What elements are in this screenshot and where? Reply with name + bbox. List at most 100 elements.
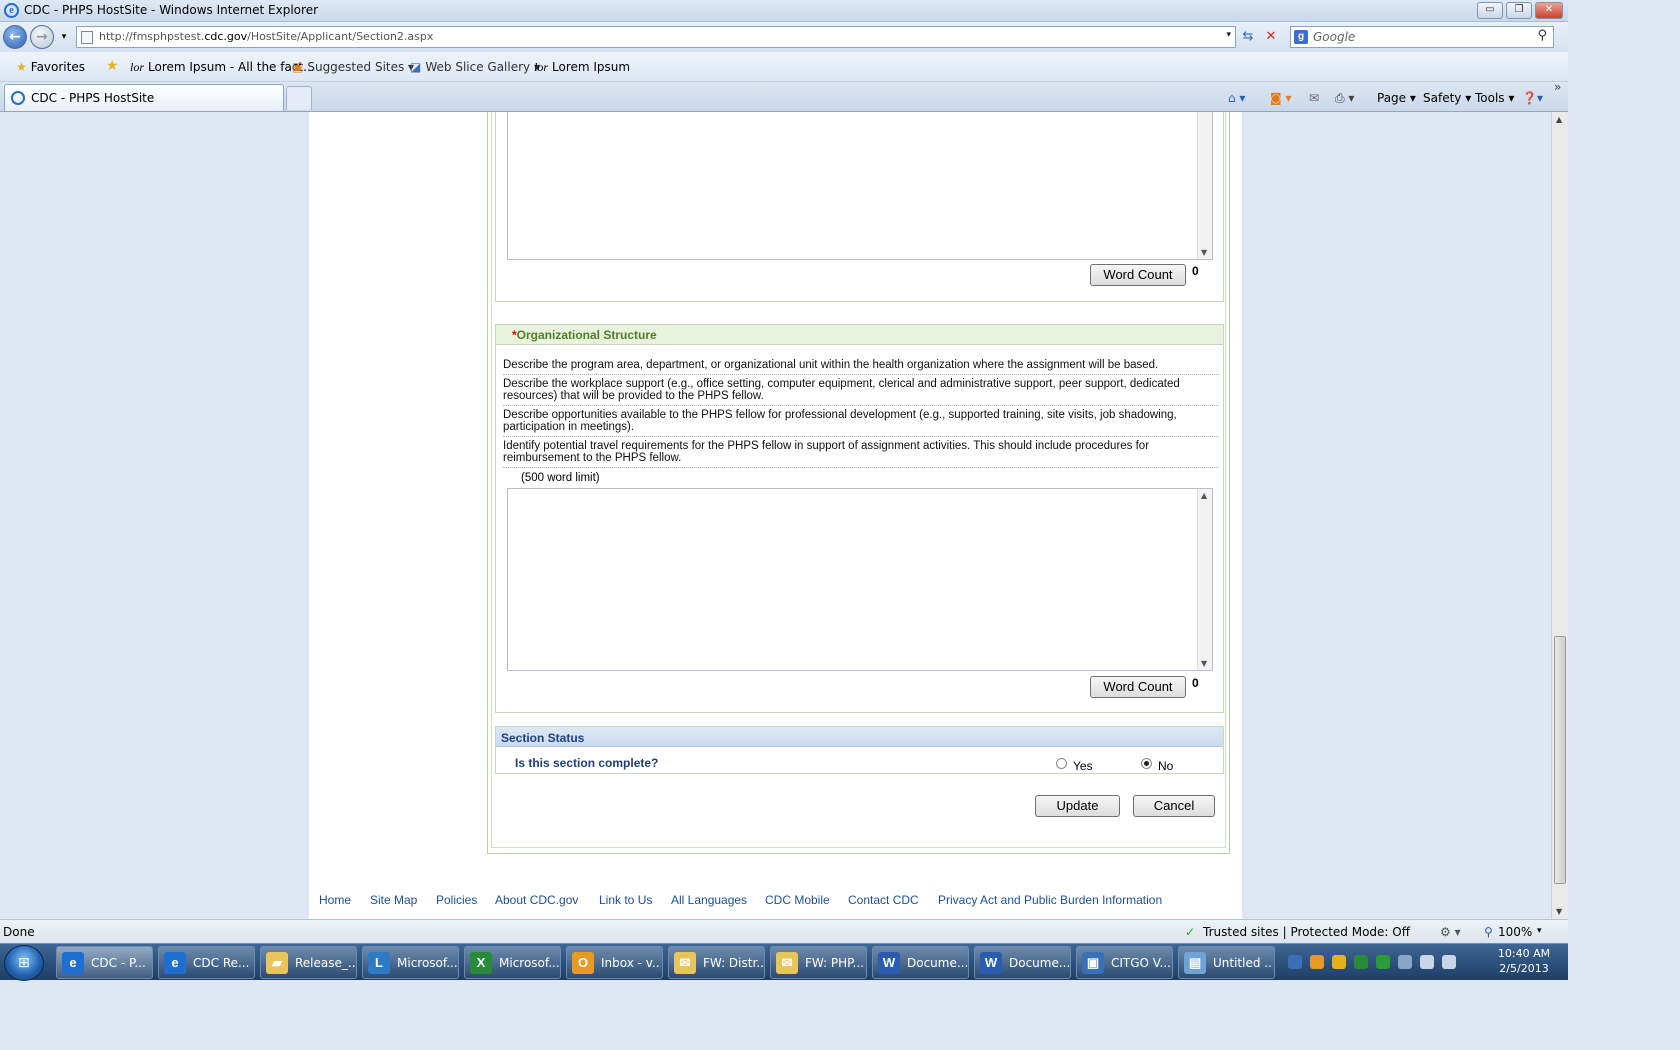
page-viewport: ▼ Word Count 0 *Organizational Structure… xyxy=(0,112,1551,919)
address-dropdown-icon[interactable]: ▾ xyxy=(1226,30,1231,40)
mail-icon: ✉ xyxy=(776,952,798,974)
help-icon[interactable]: ❓▾ xyxy=(1522,91,1543,105)
volume-icon[interactable] xyxy=(1442,955,1456,969)
search-input[interactable]: g Google ⚲ xyxy=(1290,26,1554,48)
minimize-button[interactable]: ▭ xyxy=(1477,2,1503,19)
radio-no-label[interactable]: No xyxy=(1158,759,1173,773)
favorite-item-lorem-ipsum-facts[interactable]: lor Lorem Ipsum - All the fact... xyxy=(130,60,315,75)
footer-link-cdc-mobile[interactable]: CDC Mobile xyxy=(765,893,830,907)
previous-section-textarea[interactable]: ▼ xyxy=(507,112,1213,260)
zoom-dropdown-icon[interactable]: ▾ xyxy=(1537,926,1542,936)
web-slice-gallery-button[interactable]: ◪ Web Slice Gallery ▾ xyxy=(410,60,540,74)
cancel-button[interactable]: Cancel xyxy=(1133,795,1215,817)
tab-label: CDC - PHPS HostSite xyxy=(31,91,155,105)
scrollbar-thumb[interactable] xyxy=(1554,636,1566,884)
tools-menu[interactable]: Tools ▾ xyxy=(1475,91,1514,105)
close-window-button[interactable]: ✕ xyxy=(1535,2,1563,19)
taskbar-item[interactable]: e CDC Re... xyxy=(158,946,255,979)
clock[interactable]: 10:40 AM 2/5/2013 xyxy=(1494,946,1554,976)
radio-yes-label[interactable]: Yes xyxy=(1073,759,1093,773)
tray-icon[interactable] xyxy=(1288,955,1302,969)
footer-link-policies[interactable]: Policies xyxy=(436,893,477,907)
read-mail-icon[interactable]: ✉ xyxy=(1309,91,1319,105)
scroll-down-icon[interactable]: ▼ xyxy=(1201,659,1207,668)
chevron-more-icon[interactable]: » xyxy=(1554,80,1561,94)
feeds-icon[interactable]: ◙ ▾ xyxy=(1270,91,1291,105)
update-button[interactable]: Update xyxy=(1035,795,1120,817)
radio-yes[interactable] xyxy=(1056,758,1067,769)
taskbar-item[interactable]: e CDC - P... xyxy=(56,946,153,979)
footer-link-home[interactable]: Home xyxy=(319,893,351,907)
taskbar-item[interactable]: ▣ CITGO V... xyxy=(1076,946,1173,979)
tray-icon[interactable] xyxy=(1354,955,1368,969)
home-icon[interactable]: ⌂ ▾ xyxy=(1228,91,1245,105)
textarea-scrollbar[interactable]: ▲ ▼ xyxy=(1197,489,1212,670)
recent-pages-dropdown-icon[interactable]: ▾ xyxy=(54,28,74,46)
address-input[interactable]: http://fmsphpstest.cdc.gov/HostSite/Appl… xyxy=(76,26,1236,48)
security-zone[interactable]: Trusted sites | Protected Mode: Off xyxy=(1203,925,1410,939)
suggested-sites-button[interactable]: ▣ Suggested Sites ▾ xyxy=(292,60,414,74)
radio-no[interactable] xyxy=(1141,758,1152,769)
description-item: Describe opportunities available to the … xyxy=(503,409,1219,437)
scroll-up-icon[interactable]: ▲ xyxy=(1201,491,1207,500)
word-count-button[interactable]: Word Count xyxy=(1090,264,1186,286)
taskbar-item[interactable]: ▤ Untitled ... xyxy=(1178,946,1275,979)
new-tab-button[interactable] xyxy=(286,86,312,110)
section-title: *Organizational Structure xyxy=(512,328,657,342)
zoom-level[interactable]: 100% xyxy=(1498,925,1532,939)
footer-link-contact-cdc[interactable]: Contact CDC xyxy=(848,893,919,907)
tray-icon[interactable] xyxy=(1332,955,1346,969)
section-header: *Organizational Structure xyxy=(496,325,1223,345)
refresh-icon[interactable]: ⇆ xyxy=(1238,28,1258,46)
search-icon[interactable]: ⚲ xyxy=(1537,28,1547,43)
mail-icon: ✉ xyxy=(674,952,696,974)
word-icon: W xyxy=(878,952,900,974)
tray-icon[interactable] xyxy=(1398,955,1412,969)
footer-link-about-cdc[interactable]: About CDC.gov xyxy=(495,893,578,907)
protected-mode-icon[interactable]: ⚙ ▾ xyxy=(1440,925,1461,939)
taskbar-item[interactable]: ▰ Release_... xyxy=(260,946,357,979)
tray-icon[interactable] xyxy=(1376,955,1390,969)
notepad-icon: ▤ xyxy=(1184,952,1206,974)
section-status-header: Section Status xyxy=(496,727,1223,747)
footer-link-site-map[interactable]: Site Map xyxy=(370,893,417,907)
scroll-down-icon[interactable]: ▼ xyxy=(1201,248,1207,257)
favorite-item-lorem-ipsum[interactable]: lor Lorem Ipsum xyxy=(534,60,630,75)
add-favorite-icon[interactable]: ★ xyxy=(106,58,119,74)
section-status-title: Section Status xyxy=(501,731,585,745)
taskbar-item[interactable]: X Microsof... xyxy=(464,946,561,979)
lync-icon: L xyxy=(368,952,390,974)
scroll-down-icon[interactable]: ▼ xyxy=(1556,907,1562,916)
start-button[interactable]: ⊞ xyxy=(4,945,44,981)
footer-link-link-to-us[interactable]: Link to Us xyxy=(599,893,652,907)
back-button[interactable]: ← xyxy=(3,25,27,49)
taskbar-item[interactable]: ✉ FW: PHP... xyxy=(770,946,867,979)
footer-link-all-languages[interactable]: All Languages xyxy=(671,893,747,907)
taskbar-item[interactable]: O Inbox - v... xyxy=(566,946,663,979)
print-icon[interactable]: ⎙ ▾ xyxy=(1335,91,1354,106)
restore-button[interactable]: ❐ xyxy=(1506,2,1532,19)
clock-time: 10:40 AM xyxy=(1497,947,1551,960)
taskbar-item[interactable]: W Docume... xyxy=(872,946,969,979)
page-menu[interactable]: Page ▾ xyxy=(1377,91,1416,105)
word-count-button[interactable]: Word Count xyxy=(1090,676,1186,698)
taskbar-item[interactable]: L Microsof... xyxy=(362,946,459,979)
organizational-structure-textarea[interactable]: ▲ ▼ xyxy=(507,488,1213,671)
favorites-button[interactable]: ★ Favorites xyxy=(16,60,85,74)
textarea-scrollbar[interactable]: ▼ xyxy=(1197,112,1212,259)
forward-button[interactable]: → xyxy=(30,25,54,49)
tab-cdc-phps-hostsite[interactable]: CDC - PHPS HostSite xyxy=(4,84,284,111)
footer-link-privacy-act[interactable]: Privacy Act and Public Burden Informatio… xyxy=(938,893,1162,907)
completion-question: Is this section complete? xyxy=(515,756,659,770)
page-scrollbar[interactable]: ▲ ▼ xyxy=(1551,112,1568,919)
network-icon[interactable] xyxy=(1420,955,1434,969)
ie-icon: e xyxy=(164,952,186,974)
safety-menu[interactable]: Safety ▾ xyxy=(1423,91,1471,105)
taskbar-item-label: Docume... xyxy=(907,956,967,970)
stop-icon[interactable]: ✕ xyxy=(1261,28,1281,46)
taskbar-item[interactable]: ✉ FW: Distr... xyxy=(668,946,765,979)
scroll-up-icon[interactable]: ▲ xyxy=(1556,115,1562,124)
tray-icon[interactable] xyxy=(1310,955,1324,969)
description-item: Describe the program area, department, o… xyxy=(503,359,1219,375)
taskbar-item[interactable]: W Docume... xyxy=(974,946,1071,979)
